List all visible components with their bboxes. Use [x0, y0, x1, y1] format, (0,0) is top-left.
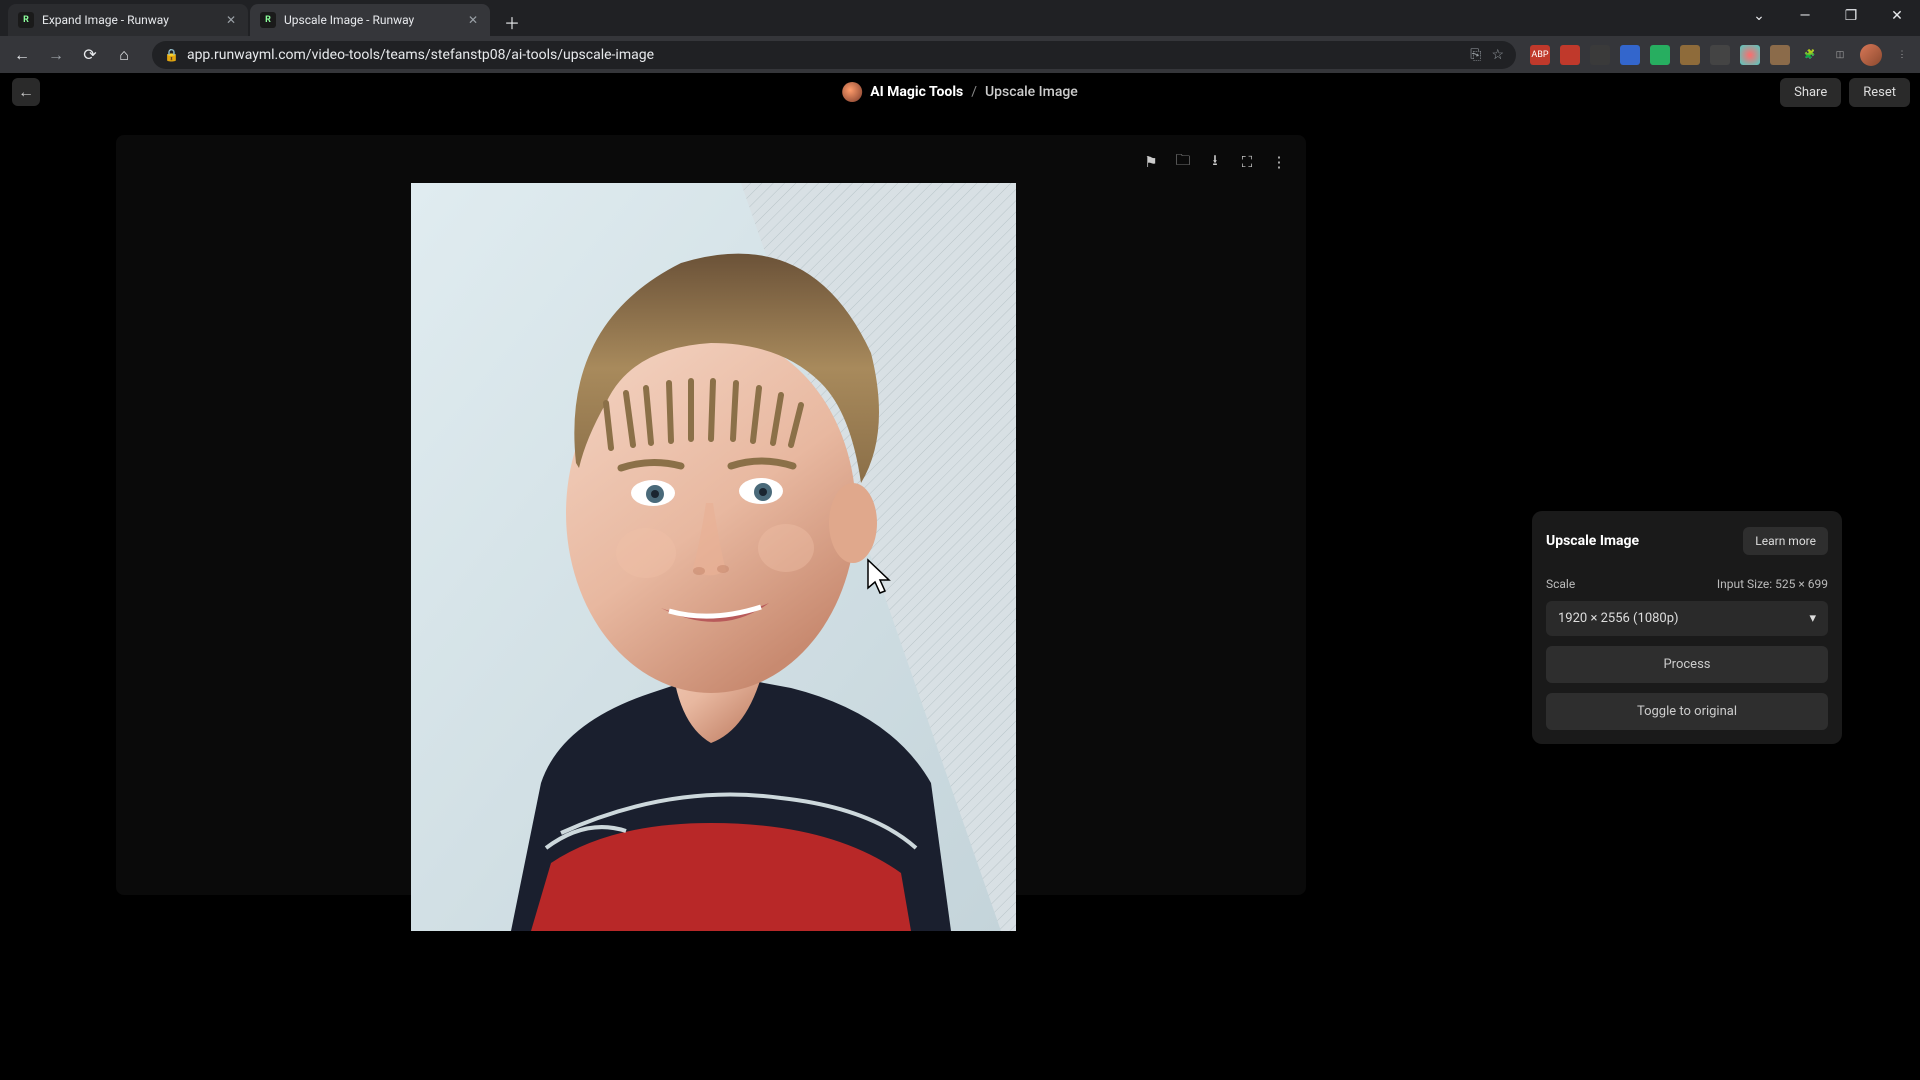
extensions: ABP 🧩 ◫ ⋮	[1530, 44, 1912, 66]
breadcrumb: AI Magic Tools / Upscale Image	[842, 82, 1078, 102]
fullscreen-icon[interactable]: ⛶	[1238, 153, 1256, 171]
process-button[interactable]: Process	[1546, 646, 1828, 683]
preview-image	[411, 183, 1016, 931]
tab-close-icon[interactable]: ✕	[466, 13, 480, 27]
download-icon[interactable]: ⭳	[1206, 153, 1224, 171]
settings-panel: Upscale Image Learn more Scale Input Siz…	[1532, 511, 1842, 744]
flag-icon[interactable]: ⚑	[1142, 153, 1160, 171]
url-text: app.runwayml.com/video-tools/teams/stefa…	[187, 47, 654, 63]
canvas-toolbar: ⚑ 🗀 ⭳ ⛶ ⋮	[1142, 153, 1288, 171]
profile-avatar[interactable]	[1860, 44, 1882, 66]
ext-icon-9[interactable]	[1770, 45, 1790, 65]
tab-title: Upscale Image - Runway	[284, 13, 458, 27]
tab-upscale-image[interactable]: R Upscale Image - Runway ✕	[250, 4, 490, 36]
new-tab-button[interactable]: ＋	[498, 8, 526, 36]
favicon: R	[260, 12, 276, 28]
ext-icon-6[interactable]	[1680, 45, 1700, 65]
input-size-label: Input Size: 525 × 699	[1717, 577, 1828, 591]
folder-icon[interactable]: 🗀	[1174, 153, 1192, 171]
ext-icon-2[interactable]	[1560, 45, 1580, 65]
bookmark-icon[interactable]: ☆	[1491, 47, 1504, 63]
ext-icon-8[interactable]	[1740, 45, 1760, 65]
panel-title: Upscale Image	[1546, 533, 1639, 549]
forward-icon[interactable]: →	[42, 41, 70, 69]
canvas: ⚑ 🗀 ⭳ ⛶ ⋮	[116, 135, 1306, 895]
toggle-original-button[interactable]: Toggle to original	[1546, 693, 1828, 730]
breadcrumb-page: Upscale Image	[985, 84, 1078, 100]
reset-button[interactable]: Reset	[1849, 78, 1910, 107]
close-window-icon[interactable]: ✕	[1874, 0, 1920, 32]
share-button[interactable]: Share	[1780, 78, 1841, 107]
app-header: ← AI Magic Tools / Upscale Image Share R…	[0, 73, 1920, 111]
tab-close-icon[interactable]: ✕	[224, 13, 238, 27]
maximize-icon[interactable]: ❐	[1828, 0, 1874, 32]
ext-icon-1[interactable]: ABP	[1530, 45, 1550, 65]
ext-icon-4[interactable]	[1620, 45, 1640, 65]
scale-select[interactable]: 1920 × 2556 (1080p) ▾	[1546, 601, 1828, 636]
app-viewport: ← AI Magic Tools / Upscale Image Share R…	[0, 73, 1920, 1080]
tab-strip: R Expand Image - Runway ✕ R Upscale Imag…	[0, 0, 1920, 36]
home-icon[interactable]: ⌂	[110, 41, 138, 69]
menu-icon[interactable]: ⋮	[1892, 45, 1912, 65]
window-controls: ⌄ — ❐ ✕	[1736, 0, 1920, 32]
more-icon[interactable]: ⋮	[1270, 153, 1288, 171]
breadcrumb-root[interactable]: AI Magic Tools	[870, 84, 963, 100]
breadcrumb-separator: /	[971, 84, 977, 100]
select-value: 1920 × 2556 (1080p)	[1558, 611, 1679, 626]
extensions-icon[interactable]: 🧩	[1800, 45, 1820, 65]
favicon: R	[18, 12, 34, 28]
sidepanel-icon[interactable]: ◫	[1830, 45, 1850, 65]
app-back-button[interactable]: ←	[12, 78, 40, 106]
address-bar[interactable]: 🔒 app.runwayml.com/video-tools/teams/ste…	[152, 41, 1516, 69]
ext-icon-7[interactable]	[1710, 45, 1730, 65]
tab-title: Expand Image - Runway	[42, 13, 216, 27]
learn-more-button[interactable]: Learn more	[1743, 527, 1828, 555]
install-icon[interactable]: ⎘	[1470, 47, 1481, 63]
browser-toolbar: ← → ⟳ ⌂ 🔒 app.runwayml.com/video-tools/t…	[0, 36, 1920, 73]
scale-label: Scale	[1546, 577, 1575, 591]
browser-chrome: R Expand Image - Runway ✕ R Upscale Imag…	[0, 0, 1920, 73]
minimize-icon[interactable]: —	[1782, 0, 1828, 32]
app-logo-icon	[842, 82, 862, 102]
dropdown-icon[interactable]: ⌄	[1736, 0, 1782, 32]
reload-icon[interactable]: ⟳	[76, 41, 104, 69]
ext-icon-3[interactable]	[1590, 45, 1610, 65]
chevron-down-icon: ▾	[1809, 611, 1816, 626]
mouse-cursor	[865, 558, 897, 602]
ext-icon-5[interactable]	[1650, 45, 1670, 65]
back-icon[interactable]: ←	[8, 41, 36, 69]
lock-icon: 🔒	[164, 48, 179, 62]
tab-expand-image[interactable]: R Expand Image - Runway ✕	[8, 4, 248, 36]
